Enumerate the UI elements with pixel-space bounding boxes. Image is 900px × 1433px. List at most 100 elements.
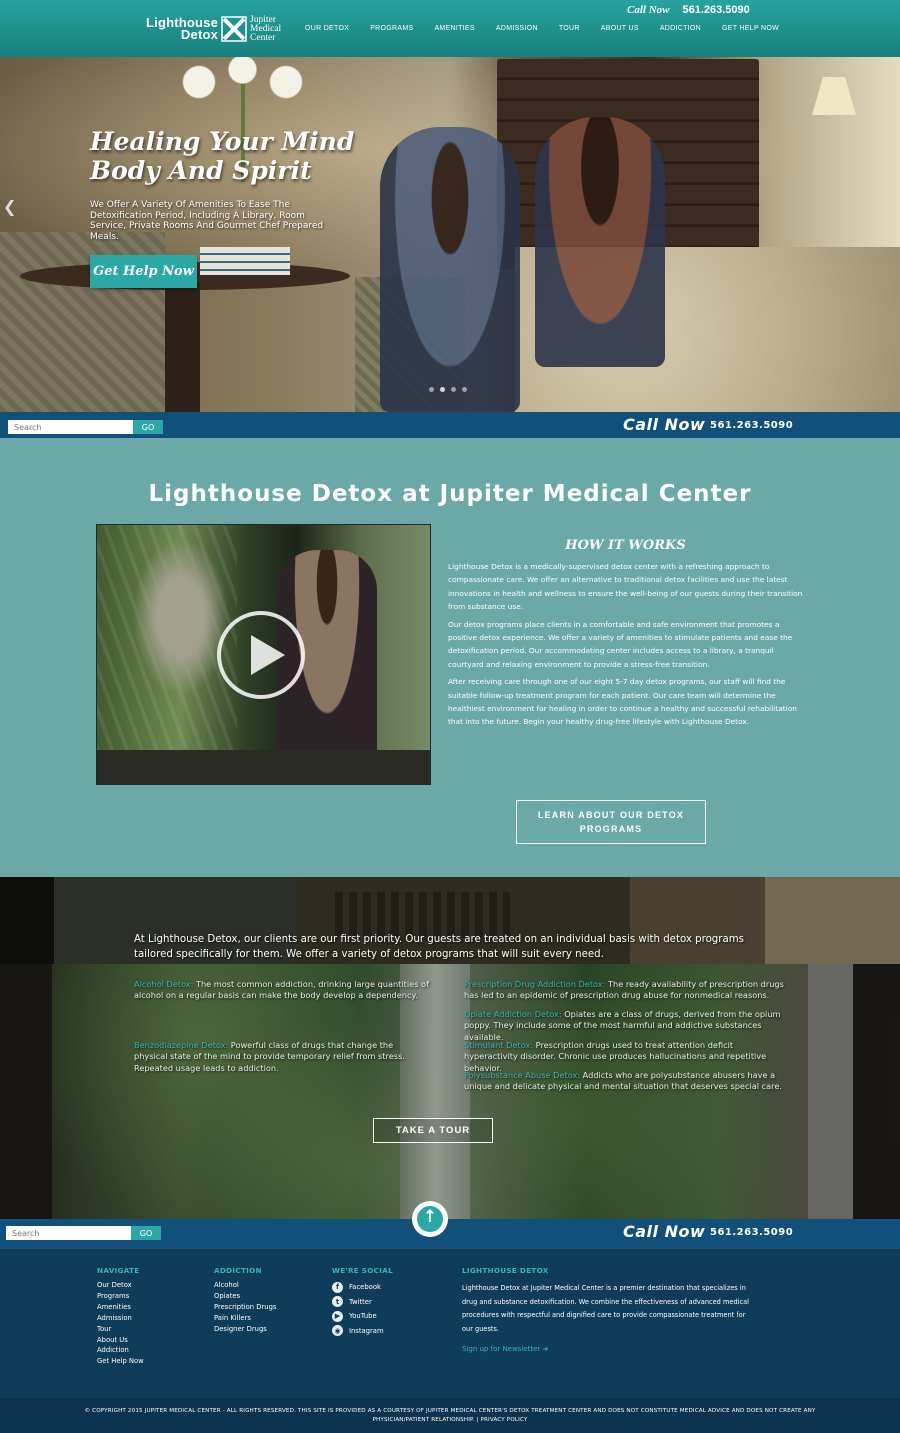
footer-link[interactable]: Admission (97, 1313, 144, 1324)
nav-admission[interactable]: ADMISSION (496, 25, 538, 32)
nav-get-help-now[interactable]: GET HELP NOW (722, 25, 779, 32)
program-item: Prescription Drug Addiction Detox: The r… (464, 979, 784, 1002)
logo-text-line: Center (250, 32, 276, 43)
phone-number[interactable]: 561.263.5090 (710, 420, 793, 431)
hero-photo-books (200, 247, 290, 275)
copyright-text: © COPYRIGHT 2015 JUPITER MEDICAL CENTER … (84, 1408, 816, 1423)
social-label: Instagram (349, 1326, 384, 1335)
search-input[interactable] (8, 420, 133, 434)
social-label: Facebook (349, 1283, 381, 1292)
video-thumbnail-tree (97, 525, 237, 755)
call-now-label: Call Now (627, 4, 670, 16)
footer-about: LIGHTHOUSE DETOX Lighthouse Detox at Jup… (462, 1266, 752, 1355)
paragraph: Lighthouse Detox is a medically-supervis… (448, 562, 803, 612)
hero-photo-person (535, 117, 665, 367)
footer-heading: LIGHTHOUSE DETOX (462, 1266, 549, 1275)
footer-link[interactable]: Our Detox (97, 1280, 144, 1291)
hero-title-line: Body And Spirit (90, 156, 312, 185)
program-item: Opiate Addiction Detox: Opiates are a cl… (464, 1009, 784, 1043)
call-now-label: Call Now (623, 1222, 706, 1241)
footer-link[interactable]: About Us (97, 1335, 144, 1346)
program-link-alcohol[interactable]: Alcohol Detox: (134, 979, 193, 989)
learn-detox-programs-button[interactable]: LEARN ABOUT OUR DETOX PROGRAMS (516, 800, 706, 844)
slider-dots (429, 387, 473, 392)
facebook-icon: f (332, 1281, 343, 1293)
footer-search-bar: GO Call Now 561.263.5090 (0, 1219, 900, 1249)
video-player[interactable] (96, 524, 431, 785)
program-link-prescription[interactable]: Prescription Drug Addiction Detox: (464, 979, 605, 989)
footer-link[interactable]: Alcohol (214, 1280, 276, 1291)
phone-number[interactable]: 561.263.5090 (710, 1227, 793, 1238)
footer-link[interactable]: Designer Drugs (214, 1324, 276, 1335)
slider-dot[interactable] (451, 387, 456, 392)
slider-dot[interactable] (462, 387, 467, 392)
program-item: Alcohol Detox: The most common addiction… (134, 979, 452, 1002)
search-input[interactable] (6, 1226, 131, 1240)
site-header: Lighthouse Detox Jupiter Medical Center … (0, 0, 900, 57)
footer-link[interactable]: Tour (97, 1324, 144, 1335)
nav-amenities[interactable]: AMENITIES (434, 25, 474, 32)
logo-subtitle: Jupiter Medical Center (250, 15, 281, 43)
program-link-stimulant[interactable]: Stimulant Detox: (464, 1040, 533, 1050)
program-item: Benzodiazepine Detox: Powerful class of … (134, 1040, 424, 1074)
footer-about-text: Lighthouse Detox at Jupiter Medical Cent… (462, 1284, 749, 1333)
slider-dot[interactable] (429, 387, 434, 392)
programs-intro: At Lighthouse Detox, our clients are our… (134, 934, 744, 960)
program-link-polysubstance[interactable]: Polysubstance Abuse Detox: (464, 1070, 580, 1080)
intro-section: Lighthouse Detox at Jupiter Medical Cent… (0, 438, 900, 877)
social-label: YouTube (349, 1312, 377, 1321)
get-help-now-button[interactable]: Get Help Now (90, 255, 197, 288)
how-it-works-text: Lighthouse Detox is a medically-supervis… (448, 560, 804, 733)
logo[interactable]: Lighthouse Detox Jupiter Medical Center (146, 13, 281, 45)
footer-link[interactable]: Amenities (97, 1302, 144, 1313)
program-item: Polysubstance Abuse Detox: Addicts who a… (464, 1070, 784, 1093)
social-label: Twitter (349, 1297, 372, 1306)
search-go-button[interactable]: GO (131, 1226, 161, 1240)
footer-heading: ADDICTION (214, 1266, 262, 1275)
footer-link[interactable]: Pain Killers (214, 1313, 276, 1324)
social-link-facebook[interactable]: f Facebook (332, 1280, 393, 1295)
program-link-opiate[interactable]: Opiate Addiction Detox: (464, 1009, 562, 1019)
logo-wordmark: Lighthouse Detox (146, 16, 219, 42)
nav-about-us[interactable]: ABOUT US (601, 25, 639, 32)
header-call[interactable]: Call Now 561.263.5090 (627, 4, 750, 16)
footer-link[interactable]: Get Help Now (97, 1356, 144, 1367)
nav-tour[interactable]: TOUR (559, 25, 580, 32)
copyright-bar: © COPYRIGHT 2015 JUPITER MEDICAL CENTER … (0, 1398, 900, 1433)
footer-heading: WE'RE SOCIAL (332, 1266, 393, 1275)
slider-dot-active[interactable] (440, 387, 445, 392)
take-a-tour-button[interactable]: TAKE A TOUR (373, 1118, 493, 1143)
chevron-left-icon[interactable]: ❮ (3, 197, 16, 216)
header-phone[interactable]: 561.263.5090 (682, 4, 749, 16)
search-go-button[interactable]: GO (133, 420, 163, 434)
play-icon[interactable] (217, 611, 305, 699)
footer-navigate: NAVIGATE Our Detox Programs Amenities Ad… (97, 1266, 144, 1367)
program-link-benzodiazepine[interactable]: Benzodiazepine Detox: (134, 1040, 228, 1050)
how-it-works-heading: HOW IT WORKS (565, 538, 686, 553)
footer-social: WE'RE SOCIAL f Facebook t Twitter ▶ YouT… (332, 1266, 393, 1338)
hero-title: Healing Your Mind Body And Spirit (90, 127, 354, 185)
social-link-youtube[interactable]: ▶ YouTube (332, 1309, 393, 1324)
hero-slider: ❮ Healing Your Mind Body And Spirit We O… (0, 57, 900, 412)
footer-link[interactable]: Opiates (214, 1291, 276, 1302)
section-heading: Lighthouse Detox at Jupiter Medical Cent… (148, 481, 752, 507)
logo-text-line: Detox (180, 27, 219, 42)
logo-mark-icon (221, 16, 247, 42)
footer-link[interactable]: Programs (97, 1291, 144, 1302)
hero-subtitle: We Offer A Variety Of Amenities To Ease … (90, 200, 324, 242)
nav-our-detox[interactable]: OUR DETOX (305, 25, 349, 32)
call-now-label: Call Now (623, 415, 706, 434)
main-nav: OUR DETOX PROGRAMS AMENITIES ADMISSION T… (305, 25, 800, 32)
back-to-top-icon[interactable] (412, 1201, 448, 1237)
nav-programs[interactable]: PROGRAMS (370, 25, 413, 32)
newsletter-link[interactable]: Sign up for Newsletter ➜ (462, 1345, 548, 1353)
footer-link[interactable]: Prescription Drugs (214, 1302, 276, 1313)
social-link-twitter[interactable]: t Twitter (332, 1295, 393, 1310)
social-link-instagram[interactable]: ◉ Instagram (332, 1324, 393, 1339)
twitter-icon: t (332, 1296, 343, 1308)
hero-title-line: Healing Your Mind (90, 127, 355, 156)
footer-link[interactable]: Addiction (97, 1345, 144, 1356)
program-item: Stimulant Detox: Prescription drugs used… (464, 1040, 784, 1074)
paragraph: Our detox programs place clients in a co… (448, 619, 793, 669)
nav-addiction[interactable]: ADDICTION (660, 25, 701, 32)
